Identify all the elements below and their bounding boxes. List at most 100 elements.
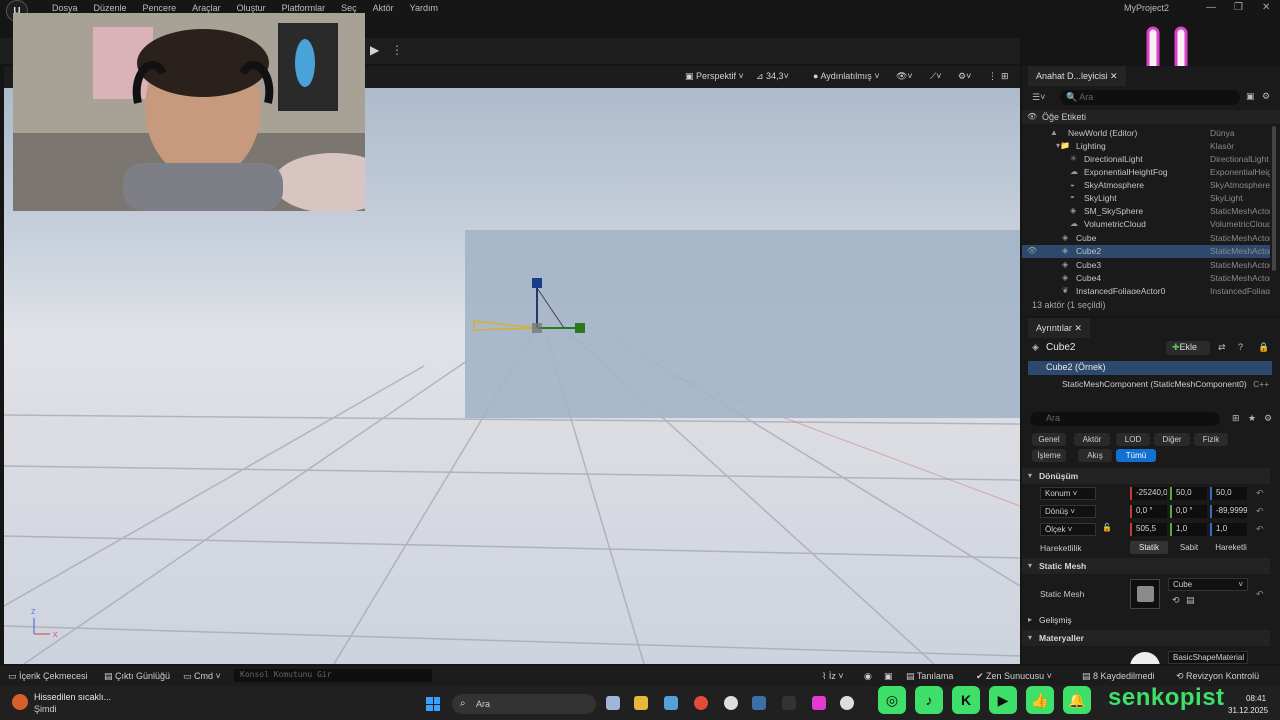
tree-row-world[interactable]: ▲ NewWorld (Editor) Dünya (1022, 127, 1270, 140)
record-icon[interactable]: ◉ (864, 671, 872, 682)
section-expand-icon[interactable]: ▸ (1028, 615, 1032, 624)
filter-physics[interactable]: Fizik (1194, 433, 1228, 446)
menu-item-tools[interactable]: Araçlar (184, 3, 229, 13)
tree-row-volumetriccloud[interactable]: ☁ VolumetricCloud VolumetricCloud (1022, 218, 1270, 231)
tree-row-cube[interactable]: ◈ Cube StaticMeshActor (1022, 232, 1270, 245)
component-child-row[interactable]: StaticMeshComponent (StaticMeshComponent… (1062, 379, 1269, 389)
show-eye-icon[interactable]: 👁˅ (896, 71, 913, 82)
tree-row-cube4[interactable]: ◈ Cube4 StaticMeshActor (1022, 272, 1270, 285)
tree-row-fog[interactable]: ☁ ExponentialHeightFog ExponentialHeight… (1022, 166, 1270, 179)
output-log-button[interactable]: ▤ Çıktı Günlüğü (104, 671, 170, 682)
github-icon[interactable] (724, 696, 738, 710)
fov-dropdown[interactable]: ⊿ 34,3˅ (756, 71, 789, 82)
unsaved-button[interactable]: ▤ 8 Kaydedilmedi (1082, 671, 1155, 682)
rotation-dropdown[interactable]: Dönüş ˅ (1040, 505, 1096, 518)
lock-icon[interactable]: 🔒 (1258, 342, 1269, 353)
viewport-more-icon[interactable]: ⋮ (988, 71, 997, 82)
mesh-thumbnail[interactable] (1130, 579, 1160, 609)
section-collapse-icon[interactable]: ▾ (1028, 471, 1032, 480)
visibility-eye-icon[interactable]: 👁 (1027, 112, 1037, 121)
unreal-engine-icon[interactable] (840, 696, 854, 710)
snap-icon[interactable]: ⟋˅ (930, 71, 942, 82)
mobility-static-button[interactable]: Statik (1130, 541, 1168, 554)
diagnostics-button[interactable]: ▤ Tanılama (906, 671, 953, 682)
favorites-star-icon[interactable]: ★ (1248, 413, 1256, 424)
details-search-input[interactable]: Ara (1030, 412, 1220, 426)
chrome-icon[interactable] (694, 696, 708, 710)
filter-icon[interactable]: ☰˅ (1032, 92, 1045, 103)
tree-row-cube2[interactable]: 👁 ◈ Cube2 StaticMeshActor (1022, 245, 1270, 258)
help-icon[interactable]: ? (1238, 342, 1243, 352)
console-input[interactable]: Konsol Komutunu Gir (234, 669, 432, 682)
tree-row-skysphere[interactable]: ◈ SM_SkySphere StaticMeshActor (1022, 205, 1270, 218)
advanced-section-header[interactable]: Gelişmiş (1022, 612, 1270, 628)
reset-scale-icon[interactable]: ↶ (1256, 524, 1264, 535)
layout-grid-icon[interactable]: ⊞ (1001, 71, 1009, 82)
location-x-field[interactable]: -25240,0 (1130, 487, 1167, 500)
scale-y-field[interactable]: 1,0 (1170, 523, 1207, 536)
menu-item-actor[interactable]: Aktör (365, 3, 402, 13)
menu-item-select[interactable]: Seç (333, 3, 365, 13)
camera-icon[interactable]: ▣ (884, 671, 893, 682)
rotation-x-field[interactable]: 0,0 ° (1130, 505, 1167, 518)
taskbar-search[interactable]: Ara (452, 694, 596, 714)
tab-outliner[interactable]: Anahat D...leyicisi ✕ (1028, 66, 1126, 86)
section-collapse-icon[interactable]: ▾ (1028, 633, 1032, 642)
tree-row-cube3[interactable]: ◈ Cube3 StaticMeshActor (1022, 259, 1270, 272)
app-icon[interactable] (812, 696, 826, 710)
revision-control-button[interactable]: ⟲ Revizyon Kontrolü (1176, 671, 1259, 682)
close-icon[interactable]: ✕ (1262, 2, 1270, 13)
menu-item-edit[interactable]: Düzenle (86, 3, 135, 13)
close-tab-icon[interactable]: ✕ (1074, 323, 1082, 333)
reset-location-icon[interactable]: ↶ (1256, 488, 1264, 499)
filter-all[interactable]: Tümü (1116, 449, 1156, 462)
visibility-eye-icon[interactable]: 👁 (1027, 246, 1037, 255)
tree-row-skylight[interactable]: ◓ SkyLight SkyLight (1022, 192, 1270, 205)
static-mesh-dropdown[interactable]: Cube ˅ (1168, 578, 1248, 591)
add-folder-icon[interactable]: ▣ (1246, 91, 1255, 102)
file-explorer-icon[interactable] (634, 696, 648, 710)
material-thumbnail[interactable] (1130, 652, 1160, 664)
clock-date[interactable]: 31.12.2025 (1228, 706, 1268, 715)
materials-section-header[interactable]: Materyaller (1022, 630, 1270, 646)
component-root-row[interactable]: Cube2 (Örnek) (1028, 361, 1272, 375)
trace-button[interactable]: ⌇ İz ˅ (822, 671, 844, 682)
mobility-movable-button[interactable]: Hareketli (1210, 541, 1252, 554)
filter-rendering[interactable]: İşleme (1032, 449, 1066, 462)
rotation-y-field[interactable]: 0,0 ° (1170, 505, 1207, 518)
table-view-icon[interactable]: ⊞ (1232, 413, 1240, 424)
cube-mesh[interactable] (465, 230, 1020, 418)
tree-row-skyatmosphere[interactable]: ◒ SkyAtmosphere SkyAtmosphere (1022, 179, 1270, 192)
outliner-search-input[interactable]: 🔍 Ara (1060, 90, 1240, 105)
store-icon[interactable] (664, 696, 678, 710)
blueprint-icon[interactable]: ⇄ (1218, 342, 1226, 353)
menu-item-window[interactable]: Pencere (135, 3, 185, 13)
close-tab-icon[interactable]: ✕ (1110, 71, 1118, 81)
mobility-stationary-button[interactable]: Sabit (1170, 541, 1208, 554)
item-label-column[interactable]: Öğe Etiketi (1042, 112, 1086, 122)
filter-general[interactable]: Genel (1032, 433, 1066, 446)
menu-item-file[interactable]: Dosya (44, 3, 86, 13)
tree-row-foliage[interactable]: ❦ InstancedFoliageActor0 InstancedFoliag… (1022, 285, 1270, 294)
play-icon[interactable]: ▶ (370, 43, 379, 57)
transform-section-header[interactable]: Dönüşüm (1022, 468, 1270, 484)
reset-mesh-icon[interactable]: ↶ (1256, 589, 1264, 600)
location-y-field[interactable]: 50,0 (1170, 487, 1207, 500)
settings-gear-icon[interactable]: ⚙˅ (958, 71, 971, 82)
location-dropdown[interactable]: Konum ˅ (1040, 487, 1096, 500)
filter-actor[interactable]: Aktör (1074, 433, 1110, 446)
menu-item-help[interactable]: Yardım (402, 3, 446, 13)
open-asset-icon[interactable]: ▤ (1186, 595, 1195, 606)
task-view-icon[interactable] (606, 696, 620, 710)
tree-row-lighting[interactable]: ▾📁 Lighting Klasör (1022, 140, 1270, 153)
minimize-icon[interactable]: — (1206, 2, 1216, 13)
section-collapse-icon[interactable]: ▾ (1028, 561, 1032, 570)
filter-streaming[interactable]: Akış (1078, 449, 1112, 462)
tab-details[interactable]: Ayrıntılar ✕ (1028, 318, 1090, 338)
reset-rotation-icon[interactable]: ↶ (1256, 506, 1264, 517)
rotation-z-field[interactable]: -89,9999 (1210, 505, 1247, 518)
scale-dropdown[interactable]: Ölçek ˅ (1040, 523, 1096, 536)
browse-asset-icon[interactable]: ⟲ (1172, 595, 1180, 606)
cmd-dropdown[interactable]: ▭ Cmd ˅ (183, 671, 221, 682)
perspective-dropdown[interactable]: ▣ Perspektif ˅ (685, 71, 744, 82)
